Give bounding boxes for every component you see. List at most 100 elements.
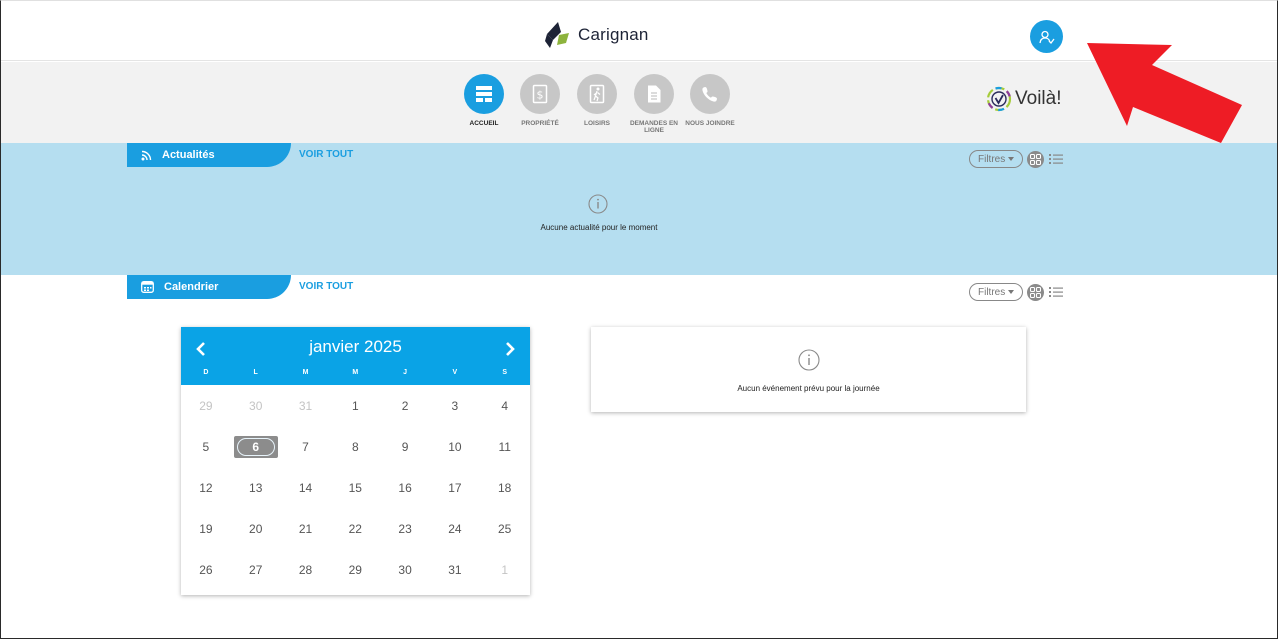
calendar-day-number: 29 [348, 562, 362, 577]
home-dashboard-icon [476, 86, 492, 102]
nav-item-nous-joindre[interactable]: NOUS JOINDRE [680, 74, 740, 127]
calendar-list-view-toggle[interactable] [1048, 284, 1064, 300]
calendar-day[interactable]: 1 [480, 549, 530, 590]
nav-item-demandes-en-ligne[interactable]: DEMANDES EN LIGNE [624, 74, 684, 134]
calendar-day[interactable]: 15 [330, 467, 380, 508]
calendar-widget: janvier 2025 DLMMJVS 29 30 31 1 2 3 4 5 6 7 8 9 10 11… [181, 327, 530, 595]
calendar-day[interactable]: 8 [330, 426, 380, 467]
nav-item-loisirs[interactable]: LOISIRS [567, 74, 627, 127]
calendar-month-label: janvier 2025 [309, 337, 402, 356]
walker-icon [589, 84, 605, 104]
calendar-grid-view-toggle[interactable] [1027, 283, 1045, 301]
news-see-all-link[interactable]: VOIR TOUT [299, 149, 353, 160]
calendar-day[interactable]: 7 [281, 426, 331, 467]
events-empty-message: Aucun événement prévu pour la journée [737, 384, 880, 393]
calendar-see-all-link[interactable]: VOIR TOUT [299, 281, 353, 292]
calendar-day[interactable]: 30 [231, 385, 281, 426]
calendar-day-number: 21 [298, 521, 313, 536]
calendar-day-number: 15 [348, 480, 362, 495]
calendar-day[interactable]: 29 [181, 385, 231, 426]
calendar-day[interactable]: 26 [181, 549, 231, 590]
calendar-day[interactable]: 10 [430, 426, 480, 467]
news-filter-button[interactable]: Filtres [969, 150, 1024, 168]
brand-name: Carignan [578, 25, 649, 44]
calendar-day[interactable]: 21 [281, 508, 331, 549]
calendar-day[interactable]: 12 [181, 467, 231, 508]
calendar-day[interactable]: 28 [281, 549, 331, 590]
calendar-day-number: 29 [199, 398, 213, 413]
calendar-day[interactable]: 16 [380, 467, 430, 508]
calendar-day[interactable]: 4 [480, 385, 530, 426]
weekday-label: M [352, 369, 359, 376]
calendar-day-number: 30 [249, 398, 263, 413]
brand-logo[interactable]: Carignan [544, 20, 649, 50]
calendar-day-number: 18 [498, 480, 512, 495]
calendar-day[interactable]: 9 [380, 426, 430, 467]
calendar-day[interactable]: 5 [181, 426, 231, 467]
weekday-label: M [302, 369, 309, 376]
calendar-day[interactable]: 13 [231, 467, 281, 508]
page: Carignan ACCUEIL $ PROPRIÉTÉ LOISIRS DEM… [0, 0, 1278, 639]
caret-down-icon [1008, 157, 1015, 161]
calendar-day[interactable]: 14 [281, 467, 331, 508]
calendar-day-number: 5 [202, 439, 210, 454]
weekday-label: L [253, 369, 258, 376]
calendar-weekdays: DLMMJVS [181, 369, 530, 376]
calendar-week-row: 29 30 31 1 2 3 4 [181, 385, 530, 426]
svg-text:$: $ [537, 89, 544, 102]
news-tab: Actualités [127, 143, 291, 167]
nav-label: PROPRIÉTÉ [521, 120, 559, 127]
calendar-day[interactable]: 29 [330, 549, 380, 590]
nav-item-propriete[interactable]: $ PROPRIÉTÉ [510, 74, 570, 127]
calendar-day[interactable]: 30 [380, 549, 430, 590]
grid-view-icon [1030, 153, 1042, 165]
user-account-icon [1038, 30, 1055, 44]
calendar-day[interactable]: 22 [330, 508, 380, 549]
calendar-day-number: 9 [401, 439, 409, 454]
dollar-tag-icon: $ [532, 84, 548, 104]
chevron-right-icon [506, 342, 515, 356]
calendar-day[interactable]: 25 [480, 508, 530, 549]
news-title: Actualités [162, 149, 215, 161]
calendar-title: Calendrier [164, 281, 219, 293]
calendar-filter-button[interactable]: Filtres [969, 283, 1024, 301]
grid-view-icon [1030, 286, 1042, 298]
nav-item-accueil[interactable]: ACCUEIL [454, 74, 514, 127]
voila-logo[interactable]: Voilà! [986, 86, 1061, 112]
carignan-logo-icon [545, 22, 569, 48]
calendar-day-number: 16 [398, 480, 412, 495]
calendar-icon [141, 281, 154, 293]
filter-label: Filtres [978, 286, 1006, 298]
list-view-icon [1049, 287, 1064, 297]
calendar-day[interactable]: 17 [430, 467, 480, 508]
calendar-day[interactable]: 27 [231, 549, 281, 590]
calendar-day[interactable]: 23 [380, 508, 430, 549]
phone-icon [702, 87, 717, 102]
calendar-header: janvier 2025 D L M M J V S [181, 327, 530, 385]
news-grid-view-toggle[interactable] [1027, 150, 1045, 168]
calendar-day[interactable]: 11 [480, 426, 530, 467]
calendar-week-row: 26 27 28 29 30 31 1 [181, 549, 530, 590]
calendar-day-number: 31 [448, 562, 462, 577]
user-account-button[interactable] [1030, 20, 1063, 53]
calendar-day-number: 4 [501, 398, 509, 413]
news-list-view-toggle[interactable] [1048, 151, 1064, 167]
calendar-day[interactable]: 19 [181, 508, 231, 549]
calendar-day[interactable]: 24 [430, 508, 480, 549]
info-icon [798, 349, 820, 371]
calendar-day[interactable]: 2 [380, 385, 430, 426]
calendar-day-number: 30 [398, 562, 412, 577]
calendar-day-number: 6 [233, 435, 278, 458]
calendar-day[interactable]: 20 [231, 508, 281, 549]
calendar-day[interactable]: 18 [480, 467, 530, 508]
calendar-day[interactable]: 31 [430, 549, 480, 590]
calendar-day[interactable]: 31 [281, 385, 331, 426]
calendar-day-number: 20 [249, 521, 263, 536]
calendar-day[interactable]: 1 [330, 385, 380, 426]
calendar-day-number: 1 [351, 398, 359, 413]
next-month-button[interactable] [500, 339, 520, 359]
calendar-day-number: 23 [398, 521, 412, 536]
calendar-day[interactable]: 3 [430, 385, 480, 426]
calendar-day-number: 1 [501, 562, 509, 577]
calendar-day-today[interactable]: 6 [231, 426, 281, 467]
